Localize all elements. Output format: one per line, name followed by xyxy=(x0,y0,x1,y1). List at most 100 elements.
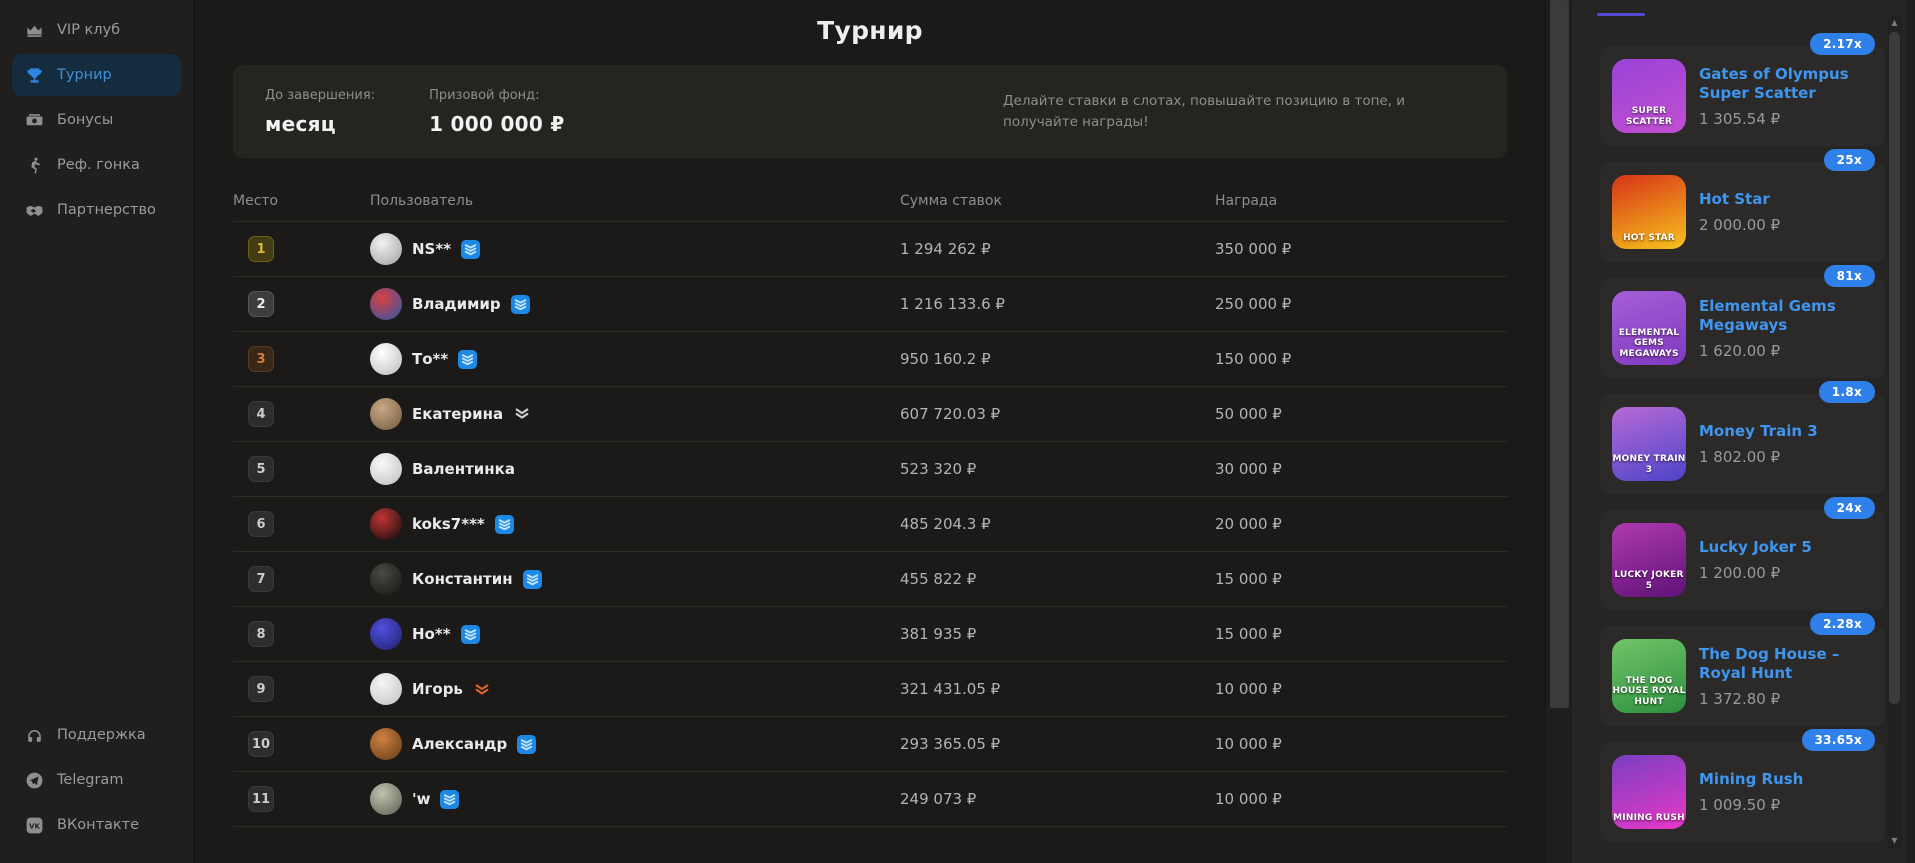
table-row: 4 Екатерина 607 720.03 ₽ 50 000 ₽ xyxy=(233,387,1507,442)
main-scrollbar[interactable] xyxy=(1545,0,1572,863)
award-amount: 10 000 ₽ xyxy=(1215,680,1507,698)
bets-amount: 485 204.3 ₽ xyxy=(900,515,1215,533)
username: Константин xyxy=(412,570,513,588)
tournament-description: Делайте ставки в слотах, повышайте позиц… xyxy=(1003,91,1475,133)
multiplier-badge: 33.65x xyxy=(1802,729,1876,751)
username: NS** xyxy=(412,240,451,258)
leaderboard-table: Место Пользователь Сумма ставок Награда … xyxy=(233,180,1507,827)
win-card[interactable]: 1.8x MONEY TRAIN 3 Money Train 3 1 802.0… xyxy=(1600,394,1885,494)
sidebar-item-label: VIP клуб xyxy=(57,22,120,38)
trophy-icon xyxy=(24,65,44,85)
panel-scrollbar-thumb[interactable] xyxy=(1889,32,1900,704)
scroll-up-icon[interactable]: ▲ xyxy=(1887,16,1902,30)
svg-text:VK: VK xyxy=(28,821,40,830)
game-title[interactable]: Hot Star xyxy=(1699,190,1780,210)
username: То** xyxy=(412,350,448,368)
sidebar-item-runner[interactable]: Реф. гонка xyxy=(12,144,181,186)
blue-stack-rank-icon xyxy=(517,735,536,754)
sidebar-item-telegram[interactable]: Telegram xyxy=(12,759,181,801)
win-card[interactable]: 2.17x SUPER SCATTER Gates of Olympus Sup… xyxy=(1600,46,1885,146)
runner-icon xyxy=(24,155,44,175)
game-title[interactable]: The Dog House – Royal Hunt xyxy=(1699,645,1873,684)
sidebar-item-handshake[interactable]: Партнерство xyxy=(12,189,181,231)
blue-stack-rank-icon xyxy=(440,790,459,809)
game-title[interactable]: Money Train 3 xyxy=(1699,422,1818,442)
win-amount: 1 620.00 ₽ xyxy=(1699,342,1873,360)
award-amount: 15 000 ₽ xyxy=(1215,570,1507,588)
table-header: Место Пользователь Сумма ставок Награда xyxy=(233,180,1507,222)
table-row: 2 Владимир 1 216 133.6 ₽ 250 000 ₽ xyxy=(233,277,1507,332)
game-thumbnail[interactable]: ELEMENTAL GEMS MEGAWAYS xyxy=(1612,291,1686,365)
win-card[interactable]: 25x HOT STAR Hot Star 2 000.00 ₽ xyxy=(1600,162,1885,262)
multiplier-badge: 24x xyxy=(1824,497,1875,519)
deadline-group: До завершения: месяц xyxy=(265,88,375,136)
sidebar-item-label: Партнерство xyxy=(57,202,156,218)
place-badge: 6 xyxy=(248,511,274,537)
money-icon xyxy=(24,110,44,130)
game-thumbnail[interactable]: MINING RUSH xyxy=(1612,755,1686,829)
place-badge: 10 xyxy=(248,731,274,757)
deadline-value: месяц xyxy=(265,112,375,136)
win-card[interactable]: 33.65x MINING RUSH Mining Rush 1 009.50 … xyxy=(1600,742,1885,842)
game-title[interactable]: Elemental Gems Megaways xyxy=(1699,297,1873,336)
place-badge: 5 xyxy=(248,456,274,482)
sidebar-item-label: Telegram xyxy=(57,772,123,788)
win-card[interactable]: 2.28x THE DOG HOUSE ROYAL HUNT The Dog H… xyxy=(1600,626,1885,726)
game-thumbnail[interactable]: LUCKY JOKER 5 xyxy=(1612,523,1686,597)
sidebar-item-trophy[interactable]: Турнир xyxy=(12,54,181,96)
sidebar-item-label: ВКонтакте xyxy=(57,817,139,833)
bets-amount: 607 720.03 ₽ xyxy=(900,405,1215,423)
game-title[interactable]: Gates of Olympus Super Scatter xyxy=(1699,65,1873,104)
username: Екатерина xyxy=(412,405,503,423)
bets-amount: 381 935 ₽ xyxy=(900,625,1215,643)
game-title[interactable]: Mining Rush xyxy=(1699,770,1803,790)
win-card[interactable]: 81x ELEMENTAL GEMS MEGAWAYS Elemental Ge… xyxy=(1600,278,1885,378)
sidebar-item-headset[interactable]: Поддержка xyxy=(12,714,181,756)
prize-fund-group: Призовой фонд: 1 000 000 ₽ xyxy=(429,88,565,136)
blue-stack-rank-icon xyxy=(495,515,514,534)
game-thumbnail[interactable]: HOT STAR xyxy=(1612,175,1686,249)
tournament-page: Турнир До завершения: месяц Призовой фон… xyxy=(195,0,1545,863)
avatar xyxy=(370,618,402,650)
headset-icon xyxy=(24,725,44,745)
blue-stack-rank-icon xyxy=(458,350,477,369)
scroll-down-icon[interactable]: ▼ xyxy=(1887,834,1902,848)
panel-accent-line xyxy=(1597,13,1645,16)
bets-amount: 321 431.05 ₽ xyxy=(900,680,1215,698)
sidebar-nav: VIP клуб Турнир Бонусы Реф. гонка Партне… xyxy=(0,6,193,234)
page-title: Турнир xyxy=(233,16,1507,45)
game-thumbnail[interactable]: SUPER SCATTER xyxy=(1612,59,1686,133)
sidebar-item-crown[interactable]: VIP клуб xyxy=(12,9,181,51)
main-scrollbar-thumb[interactable] xyxy=(1550,0,1569,708)
sidebar-item-label: Бонусы xyxy=(57,112,113,128)
deadline-label: До завершения: xyxy=(265,88,375,103)
game-thumbnail[interactable]: THE DOG HOUSE ROYAL HUNT xyxy=(1612,639,1686,713)
table-row: 10 Александр 293 365.05 ₽ 10 000 ₽ xyxy=(233,717,1507,772)
avatar xyxy=(370,563,402,595)
avatar xyxy=(370,783,402,815)
game-thumbnail[interactable]: MONEY TRAIN 3 xyxy=(1612,407,1686,481)
avatar xyxy=(370,728,402,760)
username: Владимир xyxy=(412,295,501,313)
bets-amount: 249 073 ₽ xyxy=(900,790,1215,808)
header-award: Награда xyxy=(1215,193,1507,209)
bets-amount: 1 216 133.6 ₽ xyxy=(900,295,1215,313)
bets-amount: 455 822 ₽ xyxy=(900,570,1215,588)
award-amount: 350 000 ₽ xyxy=(1215,240,1507,258)
table-row: 1 NS** 1 294 262 ₽ 350 000 ₽ xyxy=(233,222,1507,277)
win-card[interactable]: 24x LUCKY JOKER 5 Lucky Joker 5 1 200.00… xyxy=(1600,510,1885,610)
orange-chevron-rank-icon xyxy=(473,681,491,697)
win-amount: 1 802.00 ₽ xyxy=(1699,448,1818,466)
sidebar-item-money[interactable]: Бонусы xyxy=(12,99,181,141)
sidebar-item-vk[interactable]: VK ВКонтакте xyxy=(12,804,181,846)
table-row: 3 То** 950 160.2 ₽ 150 000 ₽ xyxy=(233,332,1507,387)
award-amount: 30 000 ₽ xyxy=(1215,460,1507,478)
panel-scrollbar[interactable]: ▲ ▼ xyxy=(1887,16,1902,848)
game-title[interactable]: Lucky Joker 5 xyxy=(1699,538,1812,558)
multiplier-badge: 2.28x xyxy=(1810,613,1875,635)
award-amount: 15 000 ₽ xyxy=(1215,625,1507,643)
win-amount: 2 000.00 ₽ xyxy=(1699,216,1780,234)
avatar xyxy=(370,288,402,320)
handshake-icon xyxy=(24,200,44,220)
prize-fund-label: Призовой фонд: xyxy=(429,88,565,103)
